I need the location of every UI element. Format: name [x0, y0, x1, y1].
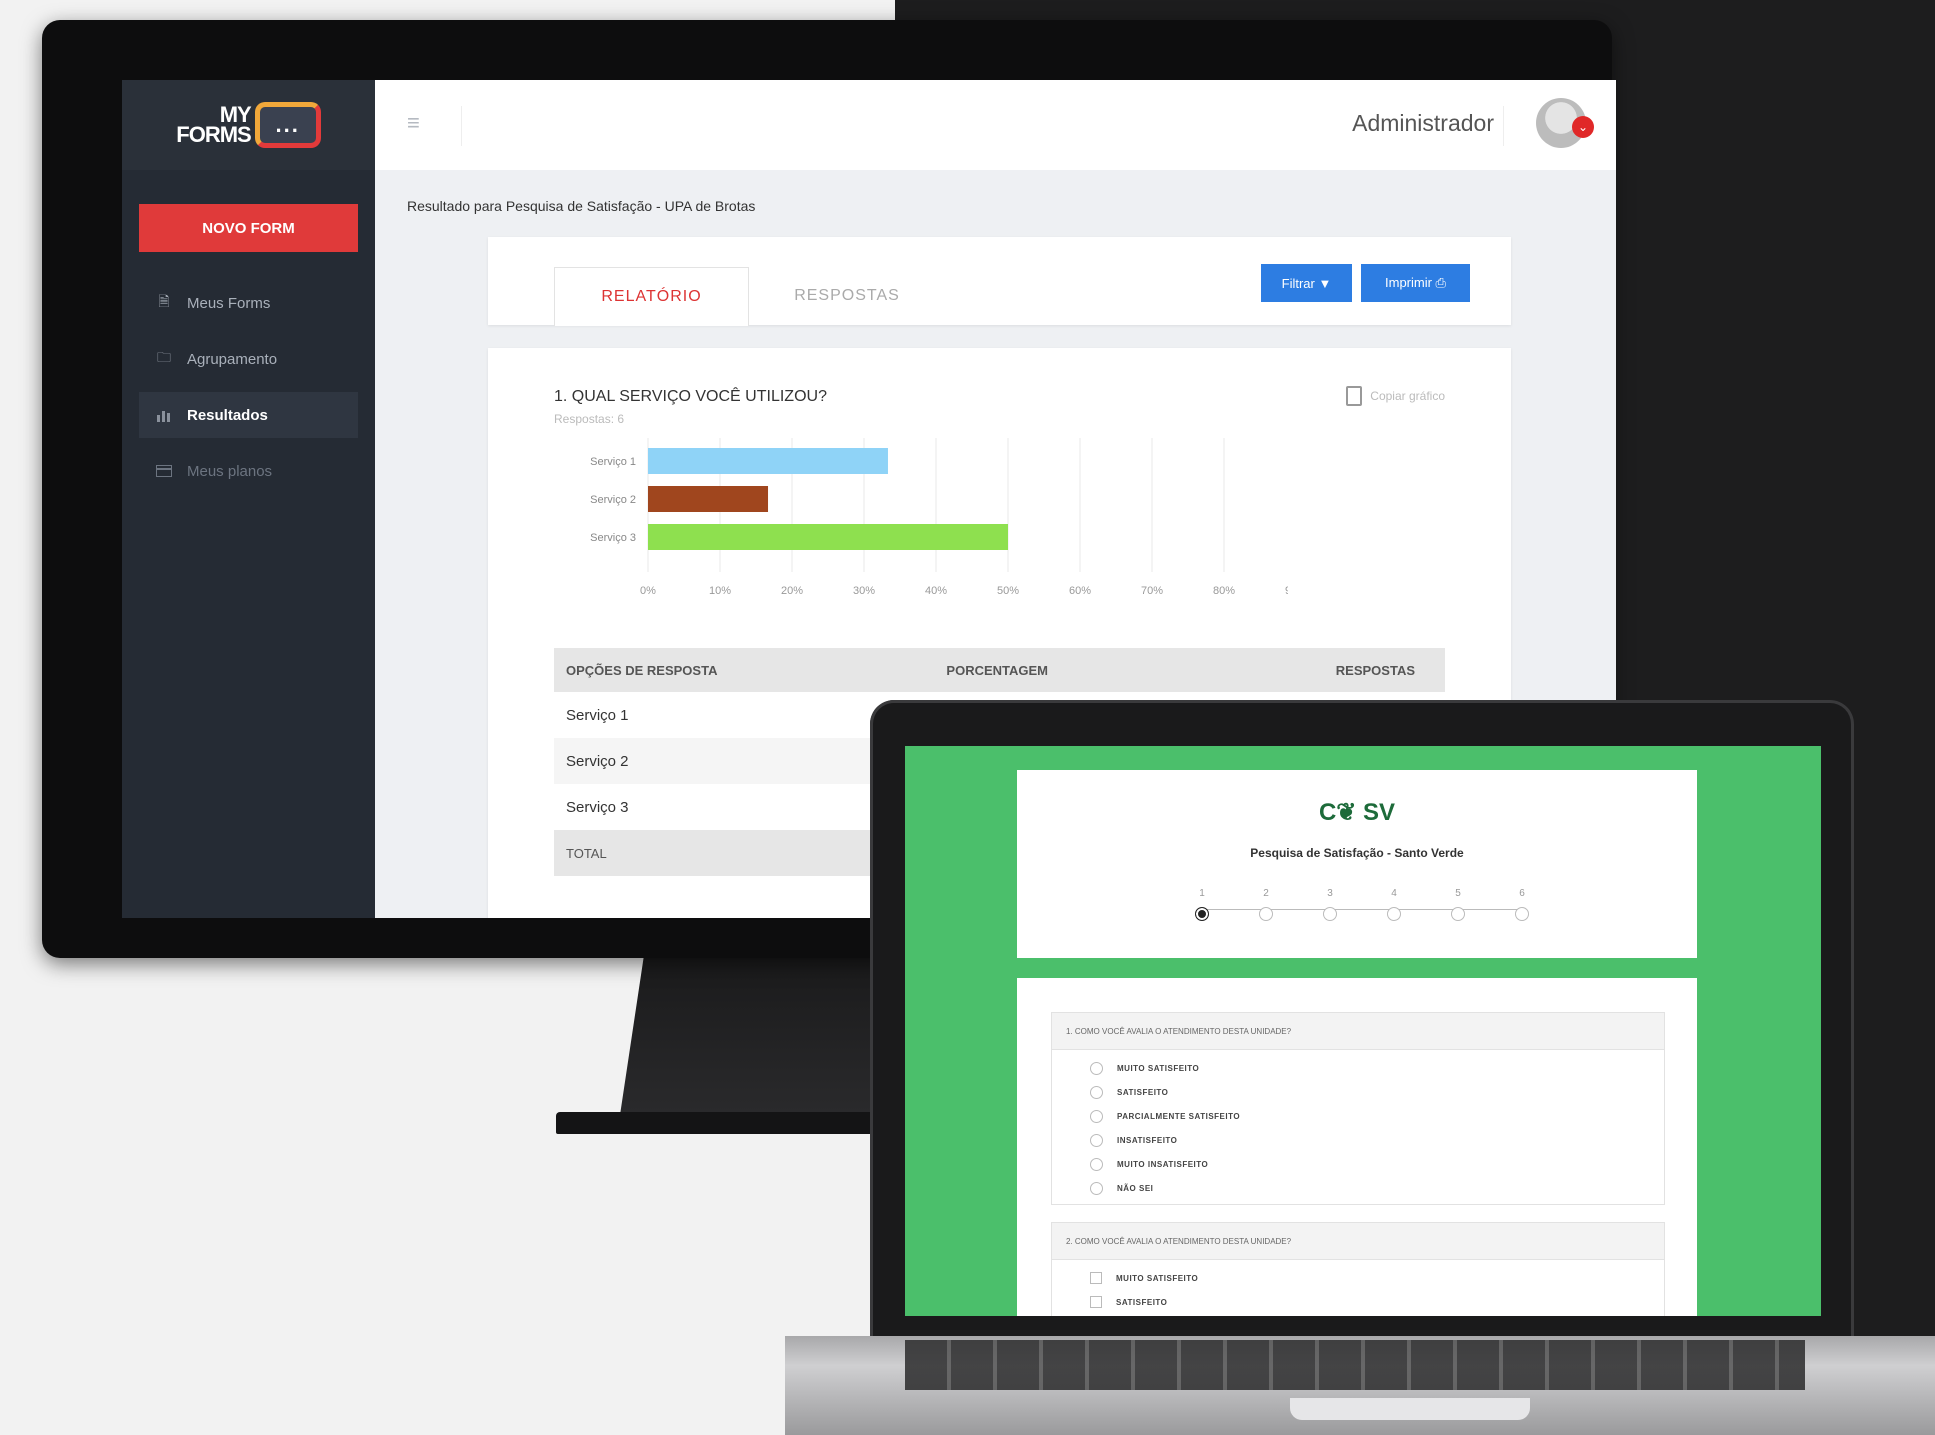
- tab-respostas[interactable]: RESPOSTAS: [767, 267, 927, 325]
- breadcrumb: Resultado para Pesquisa de Satisfação - …: [407, 198, 756, 214]
- question-title: 2. COMO VOCÊ AVALIA O ATENDIMENTO DESTA …: [1052, 1223, 1664, 1260]
- leaf-icon: C❦: [1318, 799, 1364, 826]
- total-label: TOTAL: [554, 830, 887, 876]
- sidebar: MY FORMS ... NOVO FORM 🗎 Meus Forms 🗀 Ag…: [122, 80, 375, 918]
- x-tick-label: 20%: [781, 585, 803, 597]
- question-block-2: 2. COMO VOCÊ AVALIA O ATENDIMENTO DESTA …: [1051, 1222, 1665, 1316]
- y-category-label: Serviço 3: [590, 532, 636, 544]
- question-title: 1. QUAL SERVIÇO VOCÊ UTILIZOU?: [554, 388, 827, 405]
- question-block-1: 1. COMO VOCÊ AVALIA O ATENDIMENTO DESTA …: [1051, 1012, 1665, 1205]
- sidebar-item-meus-planos[interactable]: Meus planos: [139, 448, 358, 494]
- radio-option[interactable]: PARCIALMENTE SATISFEITO: [1052, 1104, 1664, 1128]
- col-header-responses: RESPOSTAS: [1215, 648, 1445, 692]
- col-header-percent: PORCENTAGEM: [886, 648, 1216, 692]
- logo-line2: FORMS: [176, 122, 251, 147]
- bar-chart-icon: [155, 407, 173, 423]
- x-tick-label: 90%: [1285, 585, 1288, 597]
- x-tick-label: 70%: [1141, 585, 1163, 597]
- radio-option[interactable]: MUITO INSATISFEITO: [1052, 1152, 1664, 1176]
- survey-header: C❦ SV Pesquisa de Satisfação - Santo Ver…: [1017, 770, 1697, 958]
- survey-title: Pesquisa de Satisfação - Santo Verde: [1250, 846, 1464, 860]
- user-name[interactable]: Administrador: [1352, 110, 1494, 137]
- table-header-row: OPÇÕES DE RESPOSTA PORCENTAGEM RESPOSTAS: [554, 648, 1445, 692]
- radio-option[interactable]: NÃO SEI: [1052, 1176, 1664, 1200]
- copy-chart-button[interactable]: Copiar gráfico: [1346, 386, 1445, 406]
- x-tick-label: 50%: [997, 585, 1019, 597]
- option-cell: Serviço 3: [566, 798, 629, 816]
- radio-option[interactable]: MUITO SATISFEITO: [1052, 1056, 1664, 1080]
- x-tick-label: 80%: [1213, 585, 1235, 597]
- step-1[interactable]: 1: [1193, 888, 1211, 921]
- sidebar-item-label: Agrupamento: [187, 350, 278, 368]
- sv-logo: C❦ SV: [1318, 799, 1396, 826]
- tabs-card: RELATÓRIO RESPOSTAS Filtrar ▼ Imprimir ⎙: [488, 237, 1511, 326]
- x-tick-label: 10%: [709, 585, 731, 597]
- tab-relatorio[interactable]: RELATÓRIO: [554, 267, 749, 326]
- option-cell: Serviço 2: [554, 738, 887, 784]
- logo-area: MY FORMS ...: [122, 80, 375, 170]
- bar: [648, 448, 888, 474]
- laptop: C❦ SV Pesquisa de Satisfação - Santo Ver…: [870, 700, 1854, 1340]
- survey-body: 1. COMO VOCÊ AVALIA O ATENDIMENTO DESTA …: [1017, 978, 1697, 1316]
- checkbox-option[interactable]: SATISFEITO: [1052, 1290, 1664, 1314]
- chat-bubble-icon: ...: [254, 102, 321, 148]
- sidebar-item-meus-forms[interactable]: 🗎 Meus Forms: [139, 280, 358, 326]
- x-tick-label: 40%: [925, 585, 947, 597]
- laptop-base: [785, 1336, 1935, 1435]
- copy-chart-label: Copiar gráfico: [1370, 389, 1445, 403]
- step-5[interactable]: 5: [1449, 888, 1467, 921]
- radio-option[interactable]: SATISFEITO: [1052, 1080, 1664, 1104]
- step-2[interactable]: 2: [1257, 888, 1275, 921]
- option-cell: Serviço 1: [566, 706, 629, 724]
- step-6[interactable]: 6: [1513, 888, 1531, 921]
- col-header-options: OPÇÕES DE RESPOSTA: [554, 648, 887, 692]
- folder-icon: 🗀: [157, 349, 171, 365]
- card-icon: [155, 463, 173, 479]
- step-4[interactable]: 4: [1385, 888, 1403, 921]
- keyboard: [905, 1340, 1805, 1390]
- sidebar-item-label: Meus planos: [187, 462, 273, 480]
- bar-chart: 0%10%20%30%40%50%60%70%80%90%100%Serviço…: [590, 438, 1288, 597]
- hamburger-icon[interactable]: ≡: [407, 110, 420, 136]
- x-tick-label: 30%: [853, 585, 875, 597]
- step-progress: 1 2 3 4 5 6: [1193, 888, 1529, 928]
- step-3[interactable]: 3: [1321, 888, 1339, 921]
- sidebar-item-agrupamento[interactable]: 🗀 Agrupamento: [139, 336, 358, 382]
- copy-icon: [1346, 386, 1363, 406]
- sidebar-nav: 🗎 Meus Forms 🗀 Agrupamento Resultados Me…: [139, 280, 358, 504]
- question-title: 1. COMO VOCÊ AVALIA O ATENDIMENTO DESTA …: [1052, 1013, 1664, 1050]
- laptop-screen: C❦ SV Pesquisa de Satisfação - Santo Ver…: [905, 746, 1821, 1316]
- bar: [648, 524, 1008, 550]
- sidebar-item-resultados[interactable]: Resultados: [139, 392, 358, 438]
- document-icon: 🗎: [158, 293, 170, 309]
- checkbox-option[interactable]: MUITO SATISFEITO: [1052, 1266, 1664, 1290]
- sidebar-item-label: Meus Forms: [187, 294, 271, 312]
- y-category-label: Serviço 1: [590, 456, 636, 468]
- filter-button[interactable]: Filtrar ▼: [1261, 264, 1352, 302]
- chevron-down-icon[interactable]: ⌄: [1572, 116, 1594, 138]
- radio-option[interactable]: INSATISFEITO: [1052, 1128, 1664, 1152]
- sidebar-item-label: Resultados: [187, 406, 268, 424]
- print-button[interactable]: Imprimir ⎙: [1361, 264, 1470, 302]
- topbar: ≡ Administrador ⌄: [375, 80, 1616, 170]
- bar: [648, 486, 769, 512]
- new-form-button[interactable]: NOVO FORM: [139, 204, 358, 252]
- x-tick-label: 0%: [640, 585, 656, 597]
- response-count: Respostas: 6: [554, 412, 625, 426]
- x-tick-label: 60%: [1069, 585, 1091, 597]
- myforms-logo[interactable]: MY FORMS ...: [176, 102, 321, 148]
- y-category-label: Serviço 2: [590, 494, 636, 506]
